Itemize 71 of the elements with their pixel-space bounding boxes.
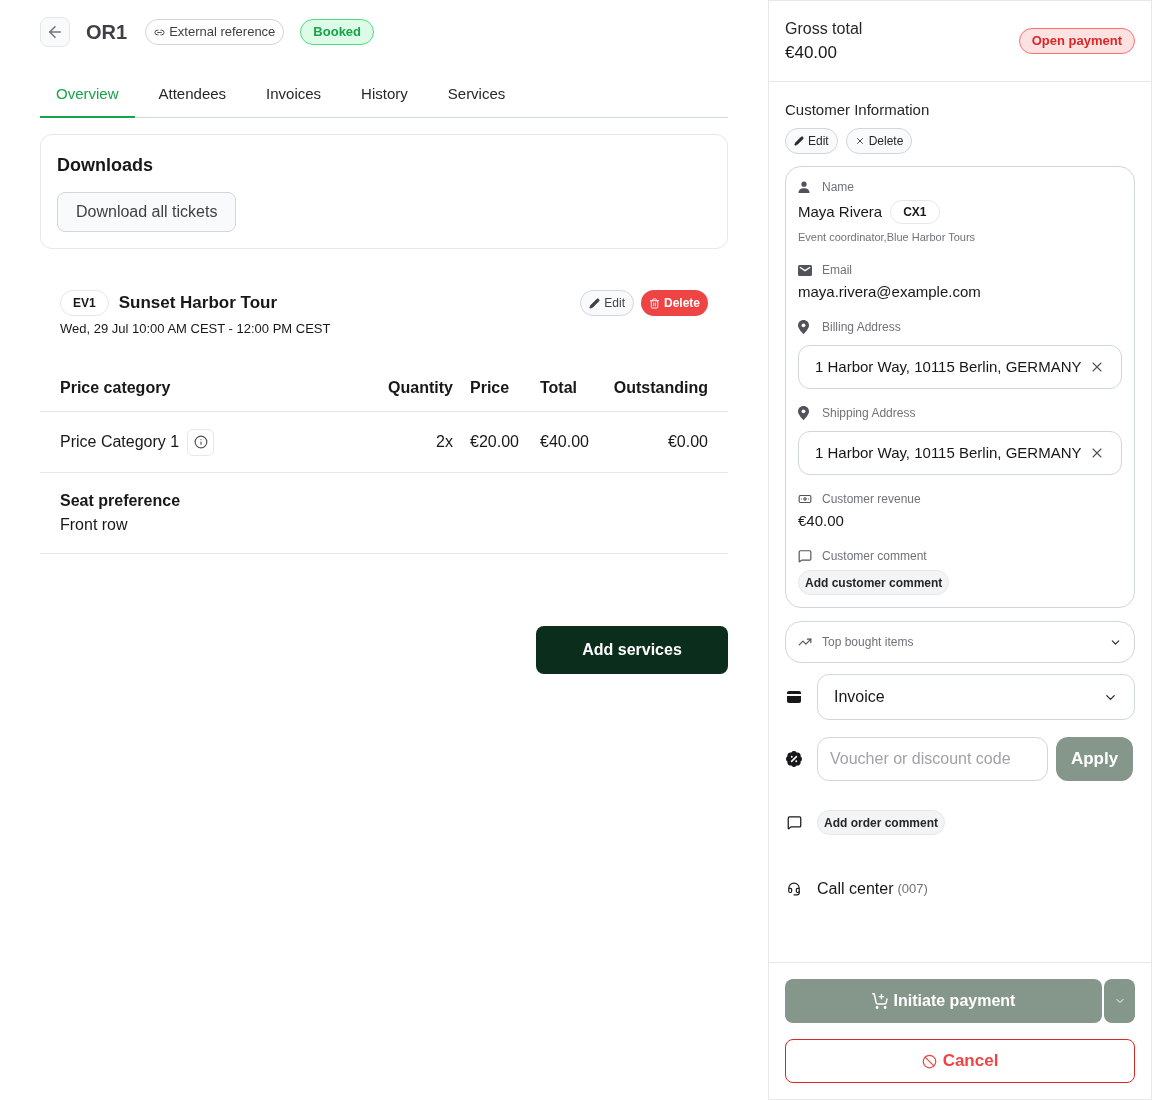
voucher-field[interactable]: Voucher or discount code [817,737,1048,781]
field-label: Customer comment [822,548,927,564]
headset-icon [787,882,801,896]
pin-icon [798,406,809,420]
prohibition-icon [921,1053,937,1069]
table-header-cell: Price category [60,378,171,396]
speech-bubble-icon [787,815,802,830]
field-label: Customer revenue [822,491,921,507]
table-cell: €40.00 [540,433,589,450]
field-label: Email [822,262,852,278]
customer-detail: Event coordinator,Blue Harbor Tours [798,230,977,244]
percent-badge-icon [786,751,802,767]
payment-method-select[interactable]: Invoice [817,674,1135,720]
speech-bubble-icon [798,549,812,563]
pin-icon [798,320,809,334]
close-icon [854,136,865,146]
field-label: Shipping Address [822,405,916,421]
gross-total-label: Gross total [785,19,863,39]
back-button[interactable] [40,17,70,47]
add-customer-comment-button[interactable]: Add customer comment [798,570,950,595]
table-cell-text: Price Category 1 [60,432,180,452]
address-field[interactable]: 1 Harbor Way, 10115 Berlin, GERMANY [798,345,1122,389]
trash-icon [648,297,660,309]
person-icon [798,181,810,193]
card-icon [787,691,801,703]
table-header-cell: Quantity [388,378,453,396]
cart-icon [871,993,888,1009]
table-header-cell: Outstanding [613,378,708,396]
payment-options-button[interactable] [1104,979,1135,1023]
seat-preference-label: Seat preference [60,491,182,511]
call-center-count: (007) [897,880,928,899]
add-order-comment-button[interactable]: Add order comment [817,810,945,835]
seat-preference-value: Front row [60,515,129,535]
pencil-icon [794,136,804,146]
event-date: Wed, 29 Jul 10:00 AM CEST - 12:00 PM CEST [60,320,331,338]
table-cell: 2x [436,433,453,450]
delete-button[interactable]: Delete [640,290,708,316]
customer-name: Maya Rivera [798,201,883,222]
envelope-icon [798,264,812,276]
table-cell: €0.00 [667,433,708,450]
table-cell: €20.00 [470,433,519,450]
order-id: OR1 [86,20,128,45]
edit-button[interactable]: Edit [580,290,634,316]
revenue-value: €40.00 [798,511,845,531]
info-icon [193,435,208,449]
customer-delete-button[interactable]: Delete [845,128,913,154]
tab[interactable]: Attendees [142,72,243,118]
table-header-cell: Price [470,378,510,396]
tab[interactable]: History [345,72,424,118]
call-center-label: Call center [817,879,894,899]
downloads-title: Downloads [57,154,154,177]
download-tickets-button[interactable]: Download all tickets [57,192,237,232]
banknote-icon [798,492,812,506]
table-header-cell: Total [540,378,578,396]
info-button[interactable] [187,428,215,456]
tab[interactable]: Services [431,72,522,118]
field-label: Billing Address [822,319,901,335]
payment-status-badge: Open payment [1018,28,1135,54]
address-field[interactable]: 1 Harbor Way, 10115 Berlin, GERMANY [798,431,1122,475]
event-title: Sunset Harbor Tour [118,292,278,315]
add-services-button[interactable]: Add services [536,626,728,674]
status-badge: Booked [300,19,375,45]
email-value: maya.rivera@example.com [798,282,982,302]
gross-total-amount: €40.00 [785,42,838,64]
customer-edit-button[interactable]: Edit [785,128,838,154]
pencil-icon [589,297,601,309]
tab[interactable]: Invoices [250,72,338,118]
cancel-button[interactable]: Cancel [785,1039,1135,1083]
customer-section-title: Customer Information [785,100,931,120]
field-label: Name [822,179,854,195]
top-bought-items-toggle[interactable]: Top bought items [785,621,1135,663]
